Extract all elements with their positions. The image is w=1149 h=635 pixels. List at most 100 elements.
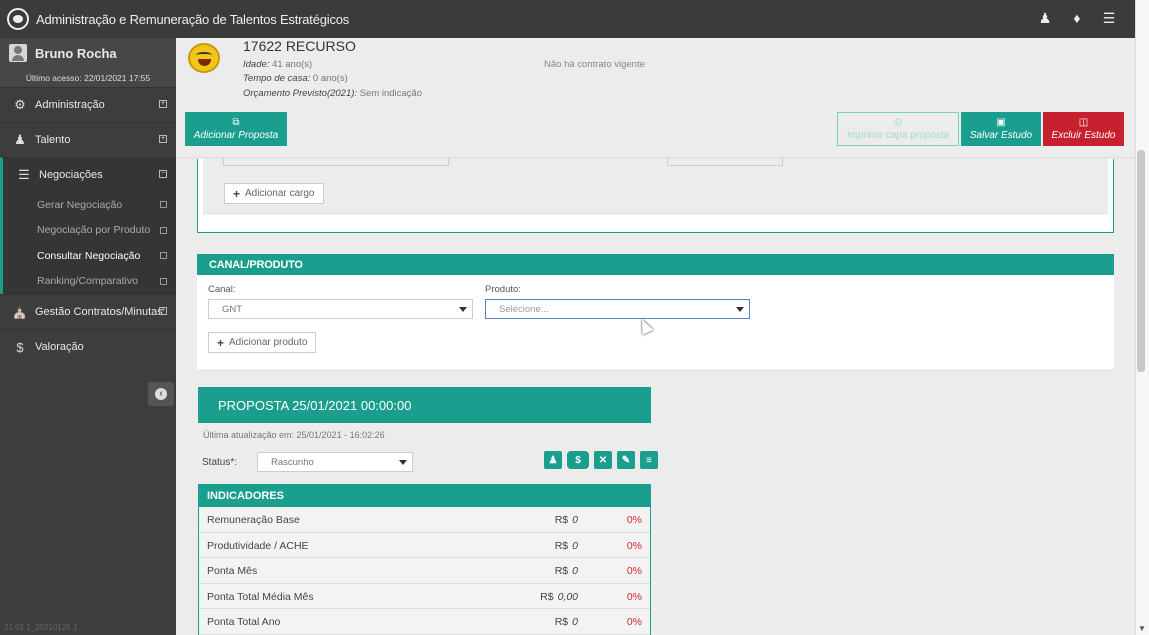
indicador-percent: 0% bbox=[626, 565, 642, 577]
add-proposal-label: Adicionar Proposta bbox=[193, 130, 279, 141]
printer-icon: ⎙ bbox=[894, 117, 902, 128]
collapse-sidebar-button[interactable]: ‹ bbox=[148, 382, 174, 406]
sidebar: Bruno Rocha Último acesso: 22/01/2021 17… bbox=[0, 38, 176, 635]
globo-logo-icon[interactable] bbox=[7, 8, 29, 30]
document-icon[interactable]: ≡ bbox=[640, 451, 658, 469]
app-title: Administração e Remuneração de Talentos … bbox=[36, 11, 350, 27]
status-select[interactable]: Rascunho bbox=[257, 452, 413, 472]
sidebar-item-talento[interactable]: ♟ Talento + bbox=[0, 122, 176, 157]
record-orcamento: Orçamento Previsto(2021): Sem indicação bbox=[243, 88, 422, 99]
submenu-label: Gerar Negociação bbox=[37, 198, 123, 211]
sidebar-item-gestao-contratos[interactable]: ⛪ Gestão Contratos/Minutas + bbox=[0, 294, 176, 329]
user-name: Bruno Rocha bbox=[35, 45, 117, 61]
record-title: 17622 RECURSO bbox=[243, 38, 356, 54]
cargo-secondary-select[interactable] bbox=[667, 157, 783, 166]
person-icon[interactable]: ♟ bbox=[544, 451, 562, 469]
plus-icon: + bbox=[233, 186, 241, 201]
sidebar-item-label: Valoração bbox=[35, 341, 84, 353]
expand-icon: + bbox=[159, 307, 167, 315]
submenu-label: Negociação por Produto bbox=[37, 224, 151, 237]
expand-icon bbox=[160, 277, 167, 285]
laughing-emoji-avatar bbox=[188, 43, 220, 73]
indicador-percent: 0% bbox=[626, 616, 642, 628]
sidebar-item-administracao[interactable]: ⚙ Administração + bbox=[0, 87, 176, 122]
table-row: Ponta Mês R$ 0 0% bbox=[199, 558, 650, 584]
scrollbar-thumb[interactable] bbox=[1137, 150, 1145, 372]
indicador-value: R$ 0 bbox=[555, 540, 578, 552]
indicador-label: Produtividade / ACHE bbox=[207, 539, 309, 552]
sidebar-item-valoracao[interactable]: $ Valoração bbox=[0, 329, 176, 364]
user-profile[interactable]: Bruno Rocha bbox=[0, 38, 176, 68]
money-icon[interactable]: $ bbox=[567, 451, 589, 469]
scroll-down-arrow-icon[interactable]: ▼ bbox=[1138, 624, 1146, 633]
idade-value: 41 ano(s) bbox=[272, 59, 313, 70]
value: 0 bbox=[572, 514, 578, 526]
indicador-percent: 0% bbox=[626, 514, 642, 526]
sidebar-item-negociacao-por-produto[interactable]: Negociação por Produto bbox=[3, 218, 176, 244]
currency: R$ bbox=[554, 539, 569, 552]
expand-icon bbox=[160, 226, 167, 234]
hamburger-menu-icon[interactable]: ☰ bbox=[1101, 10, 1117, 27]
sidebar-item-gerar-negociacao[interactable]: Gerar Negociação bbox=[3, 192, 176, 218]
collapse-icon: − bbox=[159, 170, 167, 178]
sidebar-item-ranking-comparativo[interactable]: Ranking/Comparativo bbox=[3, 269, 176, 295]
produto-select-placeholder: Selecione... bbox=[499, 303, 549, 315]
main-content: + Adicionar cargo 17622 RECURSO Idade: 41… bbox=[176, 38, 1135, 635]
value: 0 bbox=[572, 616, 578, 628]
canal-select-value: GNT bbox=[222, 303, 243, 315]
last-access: Último acesso: 22/01/2021 17:55 bbox=[0, 68, 176, 87]
currency: R$ bbox=[540, 590, 554, 603]
value: 0 bbox=[572, 565, 578, 577]
top-bar-actions: ♟ ♦ ☰ bbox=[1037, 10, 1117, 27]
save-label: Salvar Estudo bbox=[969, 130, 1033, 141]
users-icon[interactable]: ♟ bbox=[1037, 10, 1053, 27]
print-cover-button[interactable]: ⎙ Imprimir capa proposta bbox=[837, 112, 959, 146]
delete-label: Excluir Estudo bbox=[1051, 130, 1116, 141]
canal-label: Canal: bbox=[208, 284, 236, 295]
contract-status: Não há contrato vigente bbox=[544, 59, 645, 70]
copy-icon: ⧉ bbox=[232, 117, 240, 128]
submenu-negociacoes: Gerar Negociação Negociação por Produto … bbox=[0, 192, 176, 294]
tempo-label: Tempo de casa: bbox=[243, 73, 311, 84]
circle-arrow-icon: ‹ bbox=[155, 388, 167, 400]
status-select-value: Rascunho bbox=[271, 456, 314, 468]
save-icon: ▣ bbox=[996, 117, 1006, 128]
chevron-down-icon bbox=[399, 460, 407, 465]
table-row: Ponta Total Ano R$ 0 0% bbox=[199, 609, 650, 635]
add-cargo-button[interactable]: + Adicionar cargo bbox=[224, 183, 324, 204]
proposta-updated: Última atualização em: 25/01/2021 - 16:0… bbox=[203, 430, 385, 440]
save-study-button[interactable]: ▣ Salvar Estudo bbox=[961, 112, 1041, 146]
proposta-actions: ♟ $ ✕ ✎ ≡ bbox=[544, 451, 658, 469]
sidebar-item-consultar-negociacao[interactable]: Consultar Negociação bbox=[3, 243, 176, 269]
edit-icon[interactable]: ✎ bbox=[617, 451, 635, 469]
value: 0 bbox=[572, 539, 578, 552]
table-row: Produtividade / ACHE R$ 0 0% bbox=[199, 533, 650, 558]
indicador-label: Remuneração Base bbox=[207, 514, 300, 526]
indicador-value: R$ 0 bbox=[555, 565, 578, 577]
tempo-value: 0 ano(s) bbox=[312, 73, 348, 84]
dollar-icon: $ bbox=[16, 339, 24, 355]
trash-icon[interactable]: ✕ bbox=[594, 451, 612, 469]
produto-label: Produto: bbox=[485, 284, 521, 295]
indicador-value: R$ 0 bbox=[555, 514, 578, 526]
submenu-label: Consultar Negociação bbox=[37, 249, 141, 262]
bell-icon[interactable]: ♦ bbox=[1069, 10, 1085, 27]
record-idade: Idade: 41 ano(s) bbox=[243, 59, 312, 70]
sidebar-item-label: Administração bbox=[35, 99, 105, 111]
produto-select[interactable]: Selecione... bbox=[485, 299, 750, 319]
chevron-down-icon bbox=[459, 307, 467, 312]
add-proposal-button[interactable]: ⧉ Adicionar Proposta bbox=[185, 112, 287, 146]
record-header: 17622 RECURSO Idade: 41 ano(s) Tempo de … bbox=[176, 38, 1135, 158]
sidebar-item-negociacoes[interactable]: ☰ Negociações − bbox=[0, 157, 176, 192]
add-produto-button[interactable]: + Adicionar produto bbox=[208, 332, 317, 353]
sidebar-item-label: Gestão Contratos/Minutas bbox=[35, 306, 163, 318]
avatar bbox=[9, 44, 27, 62]
canal-select[interactable]: GNT bbox=[208, 299, 473, 319]
trash-icon: ◫ bbox=[1078, 117, 1089, 128]
cargo-select[interactable] bbox=[223, 157, 449, 166]
indicador-value: R$ 0 bbox=[555, 616, 578, 628]
delete-study-button[interactable]: ◫ Excluir Estudo bbox=[1043, 112, 1124, 146]
idade-label: Idade: bbox=[243, 59, 270, 70]
cargo-panel-inner: + Adicionar cargo bbox=[203, 157, 1108, 215]
expand-icon: + bbox=[159, 100, 167, 108]
